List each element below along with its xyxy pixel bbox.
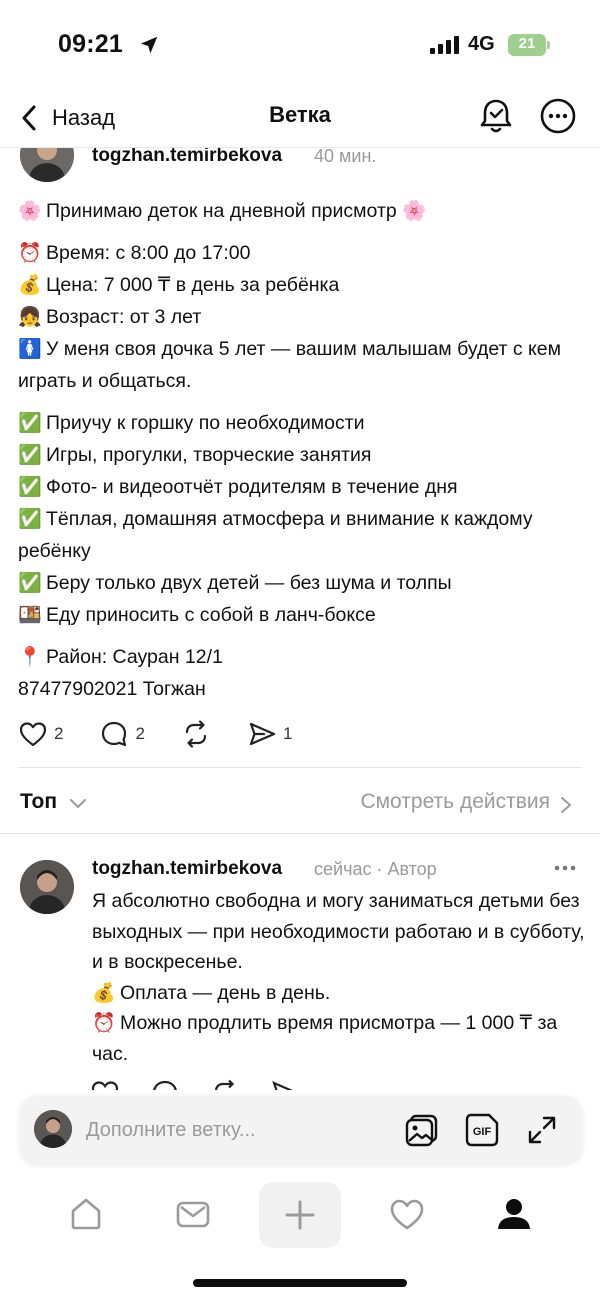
plus-icon	[285, 1200, 315, 1230]
reply-meta: сейчас · Автор	[314, 859, 437, 879]
heart-icon	[19, 722, 47, 747]
reply-item: togzhan.temirbekova сейчас · Автор Я абс…	[0, 850, 600, 1090]
tab-profile[interactable]	[484, 1184, 544, 1244]
reply-count: 2	[135, 724, 145, 743]
heart-icon	[390, 1199, 424, 1230]
avatar-photo	[20, 860, 74, 914]
reply-body: Я абсолютно свободна и могу заниматься д…	[92, 886, 588, 1069]
tab-inbox[interactable]	[163, 1184, 223, 1244]
home-indicator	[193, 1279, 407, 1287]
tab-activity[interactable]	[377, 1184, 437, 1244]
divider	[0, 833, 600, 834]
post-line: ✅ Приучу к горшку по необходимости	[18, 412, 365, 434]
avatar[interactable]	[20, 860, 74, 914]
post-line: ⏰ Время: с 8:00 до 17:00	[18, 242, 251, 264]
post-line: ✅ Тёплая, домашняя атмосфера и внимание к…	[18, 508, 533, 562]
post-line: 💰 Цена: 7 000 ₸ в день за ребёнка	[18, 274, 340, 296]
profile-icon	[498, 1199, 530, 1229]
repost-button[interactable]	[181, 719, 211, 749]
post-line: 🍱 Еду приносить с собой в ланч-боксе	[18, 604, 376, 626]
tab-bar	[0, 1176, 600, 1260]
reply-actions	[90, 1078, 300, 1090]
post-line: ✅ Фото- и видеоотчёт родителям в течение …	[18, 476, 458, 498]
network-type: 4G	[468, 33, 495, 55]
send-icon[interactable]	[270, 1078, 300, 1090]
home-icon	[71, 1198, 101, 1230]
comment-icon	[102, 721, 127, 747]
share-button[interactable]: 1	[247, 719, 292, 749]
like-button[interactable]: 2	[18, 719, 63, 749]
tab-create[interactable]	[259, 1182, 341, 1248]
chevron-right-icon	[561, 797, 571, 813]
share-count: 1	[282, 724, 293, 743]
tab-home[interactable]	[56, 1184, 116, 1244]
post-line: 👧 Возраст: от 3 лет	[18, 306, 202, 328]
status-time: 09:21	[58, 30, 123, 58]
ellipsis-circle-icon[interactable]	[538, 96, 578, 136]
comment-icon[interactable]	[150, 1078, 180, 1090]
nav-bar: Назад Ветка	[0, 90, 600, 148]
more-horizontal-icon[interactable]	[552, 858, 578, 878]
send-icon	[249, 722, 276, 746]
back-label: Назад	[52, 105, 116, 130]
cellular-signal-icon	[430, 36, 459, 54]
post-line: 🚺 У меня своя дочка 5 лет — вашим малышам…	[18, 338, 562, 392]
reply-line: 💰 Оплата — день в день.	[92, 981, 331, 1004]
avatar-photo	[34, 1110, 72, 1148]
post-phone[interactable]: 87477902021 Тогжан	[18, 673, 584, 705]
comment-button[interactable]: 2	[99, 719, 145, 749]
reply-input[interactable]	[86, 1104, 386, 1156]
reply-text: Я абсолютно свободна и могу заниматься д…	[92, 890, 585, 973]
location-arrow-icon	[140, 36, 158, 54]
post-body: 🌸 Принимаю деток на дневной присмотр 🌸 ⏰ В…	[18, 195, 584, 705]
reply-composer: GIF	[20, 1096, 582, 1164]
heart-icon[interactable]	[90, 1078, 120, 1090]
post-line: 📍 Район: Сауран 12/1	[18, 646, 223, 668]
post-line: ✅ Игры, прогулки, творческие занятия	[18, 444, 372, 466]
sort-dropdown[interactable]: Топ	[20, 790, 57, 814]
inbox-icon	[176, 1201, 210, 1228]
image-gallery-icon[interactable]	[402, 1110, 442, 1150]
like-count: 2	[54, 724, 64, 743]
repost-icon	[185, 720, 207, 748]
post-actions: 2 2 1	[18, 716, 328, 752]
view-activity-link[interactable]: Смотреть действия	[360, 790, 550, 814]
post-line: ✅ Беру только двух детей — без шума и тол…	[18, 572, 452, 594]
reply-line: ⏰ Можно продлить время присмотра — 1 000 …	[92, 1012, 558, 1065]
svg-text:GIF: GIF	[473, 1126, 492, 1138]
status-bar: 09:21 4G 21	[0, 0, 600, 90]
gif-icon[interactable]: GIF	[462, 1110, 502, 1150]
chevron-down-icon[interactable]	[68, 796, 88, 812]
battery-level: 21	[518, 35, 536, 52]
post-line: 🌸 Принимаю деток на дневной присмотр 🌸	[18, 200, 427, 222]
chevron-left-icon	[22, 105, 36, 131]
avatar	[34, 1110, 72, 1148]
repost-icon[interactable]	[210, 1078, 240, 1090]
battery-icon: 21	[508, 34, 550, 56]
bell-check-icon[interactable]	[476, 96, 516, 136]
expand-icon[interactable]	[522, 1110, 562, 1150]
sort-row: Топ Смотреть действия	[0, 784, 600, 824]
divider	[18, 767, 582, 768]
back-button[interactable]: Назад	[18, 98, 115, 138]
post-username[interactable]: togzhan.temirbekova	[92, 145, 282, 167]
post-time: 40 мин.	[314, 146, 377, 166]
reply-username[interactable]: togzhan.temirbekova	[92, 858, 282, 880]
